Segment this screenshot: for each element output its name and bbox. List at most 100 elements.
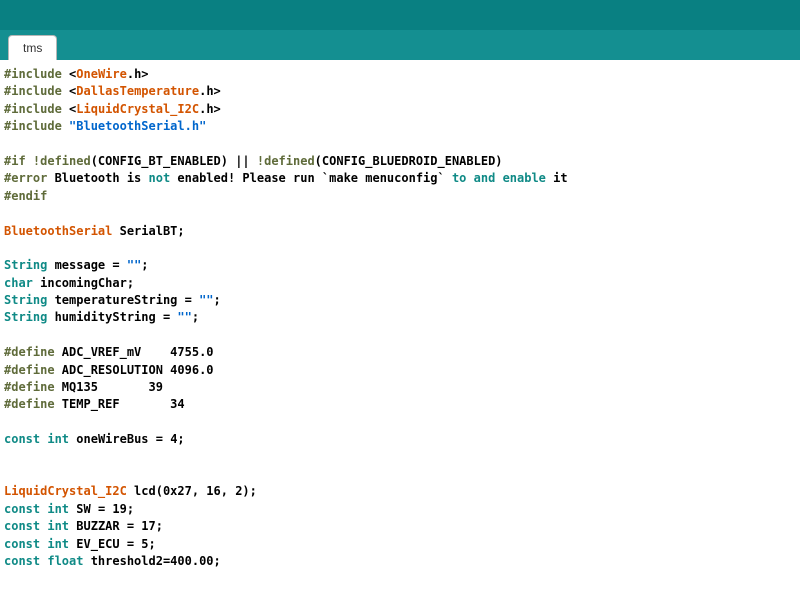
token-str: "" bbox=[199, 293, 213, 307]
code-line: #include <OneWire.h> bbox=[4, 66, 796, 83]
token-kw: const bbox=[4, 519, 40, 533]
tab-bar: tms bbox=[0, 30, 800, 60]
code-line: #if !defined(CONFIG_BT_ENABLED) || !defi… bbox=[4, 153, 796, 170]
token-ident bbox=[495, 171, 502, 185]
token-kw: int bbox=[47, 537, 69, 551]
token-prep: #define bbox=[4, 380, 55, 394]
token-kw: to bbox=[452, 171, 466, 185]
code-line: #define ADC_VREF_mV 4755.0 bbox=[4, 344, 796, 361]
code-line: #error Bluetooth is not enabled! Please … bbox=[4, 170, 796, 187]
code-line bbox=[4, 449, 796, 466]
code-line: String humidityString = ""; bbox=[4, 309, 796, 326]
token-kw: const bbox=[4, 432, 40, 446]
token-prep: #include bbox=[4, 102, 69, 116]
token-kw: const bbox=[4, 537, 40, 551]
token-type: OneWire bbox=[76, 67, 127, 81]
token-ident: SerialBT; bbox=[112, 224, 184, 238]
token-ident: ADC_RESOLUTION 4096.0 bbox=[55, 363, 214, 377]
token-kw: enable bbox=[503, 171, 546, 185]
token-ident: lcd(0x27, 16, 2); bbox=[127, 484, 257, 498]
code-line: #define ADC_RESOLUTION 4096.0 bbox=[4, 362, 796, 379]
code-line: const float threshold2=400.00; bbox=[4, 553, 796, 570]
token-punc: .h> bbox=[127, 67, 149, 81]
token-ident: BUZZAR = 17; bbox=[69, 519, 163, 533]
code-line bbox=[4, 414, 796, 431]
token-kw: int bbox=[47, 502, 69, 516]
code-line bbox=[4, 466, 796, 483]
code-line: const int oneWireBus = 4; bbox=[4, 431, 796, 448]
token-type: BluetoothSerial bbox=[4, 224, 112, 238]
token-prep: #include bbox=[4, 84, 69, 98]
token-ident: threshold2=400.00; bbox=[83, 554, 220, 568]
code-line bbox=[4, 327, 796, 344]
token-punc: ; bbox=[192, 310, 199, 324]
code-line bbox=[4, 240, 796, 257]
token-ident bbox=[466, 171, 473, 185]
token-punc: (CONFIG_BLUEDROID_ENABLED) bbox=[315, 154, 503, 168]
token-ident: it bbox=[546, 171, 568, 185]
token-ident: humidityString = bbox=[47, 310, 177, 324]
code-line: LiquidCrystal_I2C lcd(0x27, 16, 2); bbox=[4, 483, 796, 500]
token-kw: int bbox=[47, 432, 69, 446]
code-line: #include <DallasTemperature.h> bbox=[4, 83, 796, 100]
token-kw: String bbox=[4, 293, 47, 307]
token-punc: .h> bbox=[199, 102, 221, 116]
token-ident: ADC_VREF_mV 4755.0 bbox=[55, 345, 214, 359]
token-ident: EV_ECU = 5; bbox=[69, 537, 156, 551]
token-ident: SW = 19; bbox=[69, 502, 134, 516]
token-kw: and bbox=[474, 171, 496, 185]
token-ident: message = bbox=[47, 258, 126, 272]
code-line: const int EV_ECU = 5; bbox=[4, 536, 796, 553]
token-kw: String bbox=[4, 310, 47, 324]
token-prep: #if !defined bbox=[4, 154, 91, 168]
token-kw: const bbox=[4, 502, 40, 516]
token-type: DallasTemperature bbox=[76, 84, 199, 98]
token-kw: float bbox=[47, 554, 83, 568]
token-kw: char bbox=[4, 276, 33, 290]
token-prep: #error bbox=[4, 171, 55, 185]
token-ident: oneWireBus = 4; bbox=[69, 432, 185, 446]
code-line: const int BUZZAR = 17; bbox=[4, 518, 796, 535]
token-prep: #define bbox=[4, 397, 55, 411]
token-punc: .h> bbox=[199, 84, 221, 98]
token-type: LiquidCrystal_I2C bbox=[4, 484, 127, 498]
tab-tms[interactable]: tms bbox=[8, 35, 57, 60]
code-line bbox=[4, 136, 796, 153]
token-prep: #define bbox=[4, 345, 55, 359]
title-bar bbox=[0, 0, 800, 30]
code-line: const int SW = 19; bbox=[4, 501, 796, 518]
token-ident: enabled! Please run `make menuconfig` bbox=[170, 171, 452, 185]
token-prep: #endif bbox=[4, 189, 47, 203]
token-prep: !defined bbox=[257, 154, 315, 168]
code-line: char incomingChar; bbox=[4, 275, 796, 292]
token-punc: ; bbox=[214, 293, 221, 307]
token-kw: const bbox=[4, 554, 40, 568]
token-str: "" bbox=[177, 310, 191, 324]
token-ident: TEMP_REF 34 bbox=[55, 397, 185, 411]
code-line: BluetoothSerial SerialBT; bbox=[4, 223, 796, 240]
token-punc: (CONFIG_BT_ENABLED) || bbox=[91, 154, 257, 168]
code-line: String temperatureString = ""; bbox=[4, 292, 796, 309]
code-editor[interactable]: #include <OneWire.h>#include <DallasTemp… bbox=[0, 60, 800, 576]
token-prep: #define bbox=[4, 363, 55, 377]
token-kw: int bbox=[47, 519, 69, 533]
code-line: #define MQ135 39 bbox=[4, 379, 796, 396]
token-ident: incomingChar; bbox=[33, 276, 134, 290]
code-line: #define TEMP_REF 34 bbox=[4, 396, 796, 413]
token-kw: String bbox=[4, 258, 47, 272]
token-ident: temperatureString = bbox=[47, 293, 199, 307]
token-str: "" bbox=[127, 258, 141, 272]
code-line: #include "BluetoothSerial.h" bbox=[4, 118, 796, 135]
code-line: #include <LiquidCrystal_I2C.h> bbox=[4, 101, 796, 118]
code-line: #endif bbox=[4, 188, 796, 205]
code-line bbox=[4, 205, 796, 222]
token-punc: ; bbox=[141, 258, 148, 272]
token-prep: #include bbox=[4, 119, 69, 133]
token-str: "BluetoothSerial.h" bbox=[69, 119, 206, 133]
token-ident: MQ135 39 bbox=[55, 380, 163, 394]
code-line: String message = ""; bbox=[4, 257, 796, 274]
token-ident: Bluetooth is bbox=[55, 171, 149, 185]
token-kw: not bbox=[149, 171, 171, 185]
token-type: LiquidCrystal_I2C bbox=[76, 102, 199, 116]
token-prep: #include bbox=[4, 67, 69, 81]
